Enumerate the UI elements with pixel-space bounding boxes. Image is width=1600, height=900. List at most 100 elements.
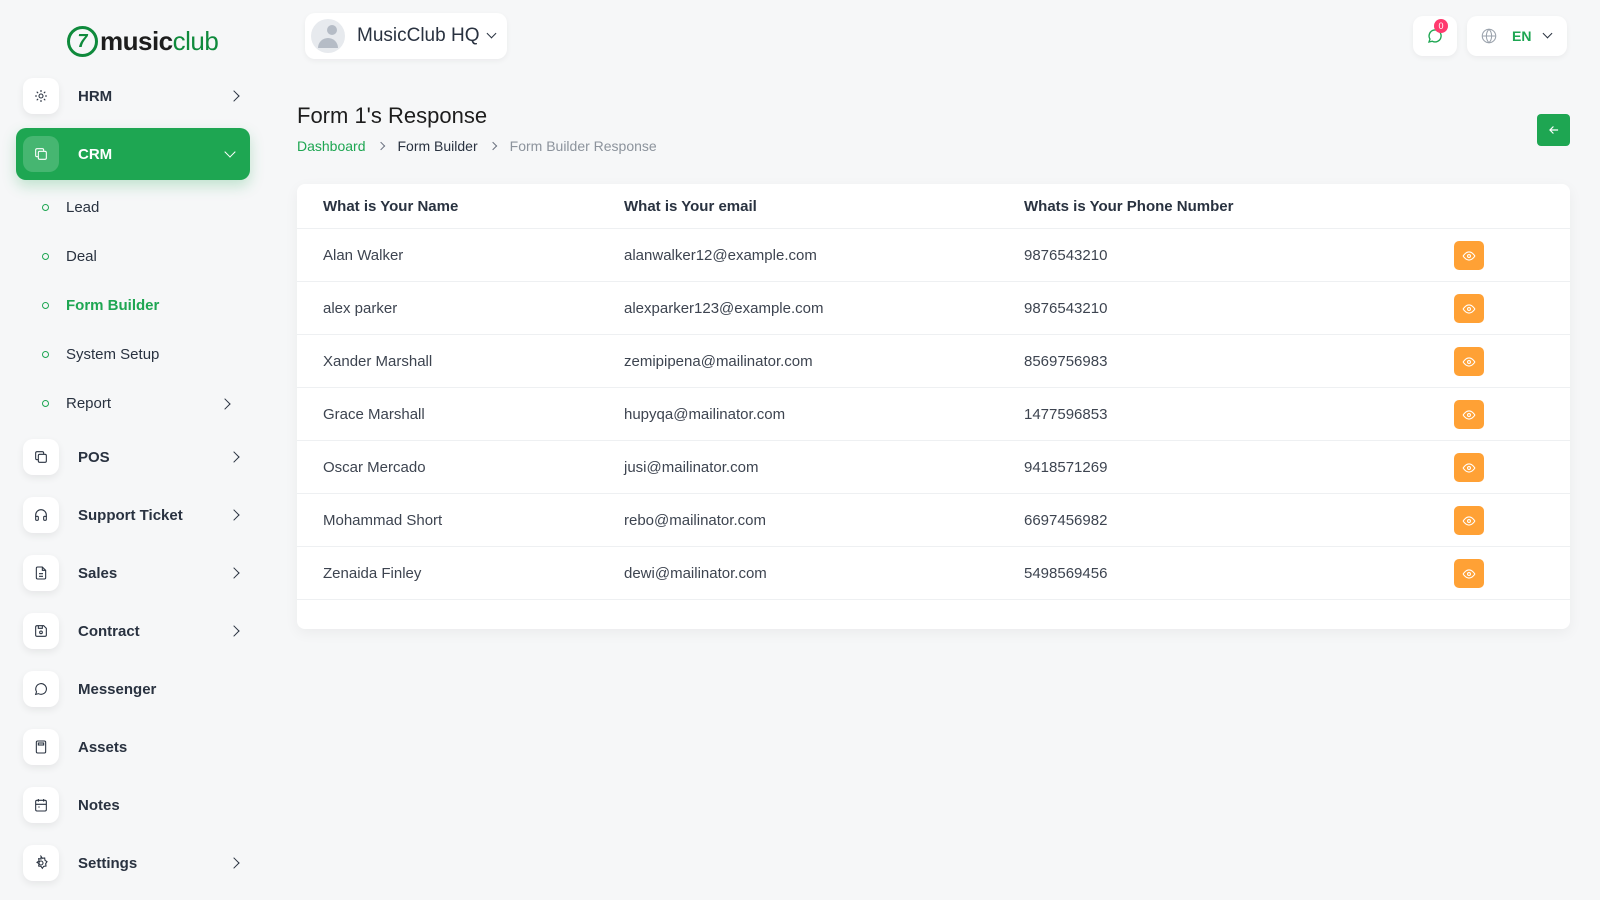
sidebar-item-label: CRM — [78, 145, 113, 163]
notification-badge: 0 — [1434, 19, 1448, 33]
eye-icon — [1462, 568, 1476, 579]
message-circle-icon — [23, 671, 59, 707]
view-button[interactable] — [1454, 241, 1484, 270]
sidebar-item-label: Contract — [78, 622, 140, 640]
users-cog-icon — [23, 78, 59, 114]
table-row: Zenaida Finley dewi@mailinator.com 54985… — [297, 547, 1570, 600]
cell-phone: 6697456982 — [1024, 512, 1108, 529]
bullet-icon — [42, 253, 49, 260]
eye-icon — [1462, 250, 1476, 261]
eye-icon — [1462, 356, 1476, 367]
sidebar-item-contract[interactable]: Contract — [16, 602, 250, 660]
eye-icon — [1462, 515, 1476, 526]
submenu-label: System Setup — [66, 346, 160, 363]
sidebar-item-settings[interactable]: Settings — [16, 834, 250, 892]
back-button[interactable] — [1537, 114, 1570, 146]
view-button[interactable] — [1454, 400, 1484, 429]
sidebar-item-label: Sales — [78, 564, 118, 582]
cell-email: alanwalker12@example.com — [624, 247, 817, 264]
bullet-icon — [42, 351, 49, 358]
breadcrumb-dashboard[interactable]: Dashboard — [297, 138, 366, 154]
table-row: Xander Marshall zemipipena@mailinator.co… — [297, 335, 1570, 388]
sidebar-item-support-ticket[interactable]: Support Ticket — [16, 486, 250, 544]
column-header-email: What is Your email — [624, 198, 757, 215]
chevron-down-icon — [1542, 28, 1553, 39]
breadcrumb-form-builder[interactable]: Form Builder — [398, 138, 478, 154]
cell-name: Oscar Mercado — [323, 459, 426, 476]
sidebar-item-messenger[interactable]: Messenger — [16, 660, 250, 718]
submenu-item-lead[interactable]: Lead — [16, 183, 250, 232]
sidebar-item-label: Assets — [78, 738, 128, 756]
table-row: Mohammad Short rebo@mailinator.com 66974… — [297, 494, 1570, 547]
cell-phone: 5498569456 — [1024, 565, 1108, 582]
cell-email: dewi@mailinator.com — [624, 565, 767, 582]
gear-icon — [23, 845, 59, 881]
submenu-item-system-setup[interactable]: System Setup — [16, 330, 250, 379]
submenu-label: Lead — [66, 199, 100, 216]
breadcrumb-current: Form Builder Response — [509, 138, 657, 154]
sidebar-item-crm[interactable]: CRM — [16, 128, 250, 180]
globe-icon — [1481, 28, 1497, 44]
sidebar-item-notes[interactable]: Notes — [16, 776, 250, 834]
submenu-label: Deal — [66, 248, 97, 265]
view-button[interactable] — [1454, 294, 1484, 323]
sidebar-item-pos[interactable]: POS — [16, 428, 250, 486]
cell-email: rebo@mailinator.com — [624, 512, 766, 529]
calculator-icon — [23, 729, 59, 765]
headphones-icon — [23, 497, 59, 533]
eye-icon — [1462, 409, 1476, 420]
workspace-switcher[interactable]: MusicClub HQ — [305, 13, 507, 59]
messages-button[interactable]: 0 — [1413, 16, 1457, 56]
responses-table: What is Your Name What is Your email Wha… — [297, 184, 1570, 629]
breadcrumb: Dashboard Form Builder Form Builder Resp… — [297, 138, 657, 154]
view-button[interactable] — [1454, 347, 1484, 376]
cell-name: Mohammad Short — [323, 512, 443, 529]
sidebar-item-hrm[interactable]: HRM — [16, 67, 250, 125]
page-title: Form 1's Response — [297, 103, 488, 128]
cell-name: alex parker — [323, 300, 398, 317]
sidebar-nav: HRM CRM Lead Deal Form Builder System Se… — [16, 67, 250, 892]
bullet-icon — [42, 400, 49, 407]
chevron-right-icon — [228, 625, 240, 637]
workspace-name: MusicClub HQ — [357, 25, 480, 46]
submenu-item-deal[interactable]: Deal — [16, 232, 250, 281]
table-row: Oscar Mercado jusi@mailinator.com 941857… — [297, 441, 1570, 494]
chevron-down-icon — [224, 146, 236, 158]
sidebar-item-sales[interactable]: Sales — [16, 544, 250, 602]
bullet-icon — [42, 204, 49, 211]
cell-phone: 8569756983 — [1024, 353, 1108, 370]
submenu-label: Form Builder — [66, 297, 160, 314]
submenu-item-form-builder[interactable]: Form Builder — [16, 281, 250, 330]
cell-email: jusi@mailinator.com — [624, 459, 759, 476]
cell-name: Zenaida Finley — [323, 565, 422, 582]
layers-icon — [23, 439, 59, 475]
cell-phone: 9876543210 — [1024, 247, 1108, 264]
chevron-right-icon — [228, 857, 240, 869]
language-code: EN — [1512, 28, 1532, 44]
view-button[interactable] — [1454, 559, 1484, 588]
crm-submenu: Lead Deal Form Builder System Setup Repo… — [16, 183, 250, 428]
view-button[interactable] — [1454, 453, 1484, 482]
table-row: alex parker alexparker123@example.com 98… — [297, 282, 1570, 335]
chevron-right-icon — [228, 509, 240, 521]
language-selector[interactable]: EN — [1467, 16, 1567, 56]
cell-email: hupyqa@mailinator.com — [624, 406, 786, 423]
column-header-name: What is Your Name — [323, 198, 459, 215]
sidebar-item-assets[interactable]: Assets — [16, 718, 250, 776]
view-button[interactable] — [1454, 506, 1484, 535]
eye-icon — [1462, 462, 1476, 473]
cell-name: Xander Marshall — [323, 353, 433, 370]
logo-mark-icon: 7 — [67, 25, 98, 57]
chevron-right-icon — [228, 451, 240, 463]
table-row: Grace Marshall hupyqa@mailinator.com 147… — [297, 388, 1570, 441]
chevron-right-icon — [228, 567, 240, 579]
sidebar-item-label: HRM — [78, 87, 113, 105]
calendar-icon — [23, 787, 59, 823]
brand-logo[interactable]: 7 musicclub — [67, 24, 219, 58]
submenu-label: Report — [66, 395, 112, 412]
table-header: What is Your Name What is Your email Wha… — [297, 184, 1570, 229]
eye-icon — [1462, 303, 1476, 314]
submenu-item-report[interactable]: Report — [16, 379, 250, 428]
layers-icon — [23, 136, 59, 172]
chevron-right-icon — [228, 90, 240, 102]
